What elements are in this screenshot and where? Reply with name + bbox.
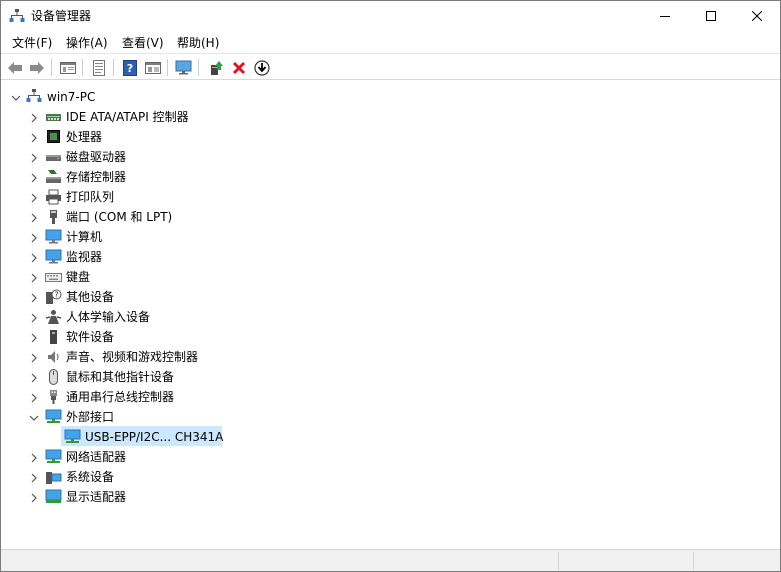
category-label[interactable]: 磁盘驱动器 (66, 149, 126, 165)
software-device-icon (45, 329, 62, 345)
chevron-right-icon[interactable] (29, 472, 39, 483)
chevron-right-icon[interactable] (29, 372, 39, 383)
title-bar[interactable]: 设备管理器 (1, 1, 780, 31)
category-label[interactable]: 软件设备 (66, 329, 114, 345)
toolbar: ? (1, 55, 780, 80)
status-pane (558, 552, 693, 570)
category-label[interactable]: 处理器 (66, 129, 102, 145)
port-icon (45, 209, 62, 225)
monitor-icon (45, 249, 62, 265)
toolbar-separator (82, 59, 83, 76)
category-label[interactable]: 外部接口 (66, 409, 114, 425)
update-driver-icon[interactable] (206, 58, 226, 77)
display-adapter-icon (45, 489, 62, 505)
toolbar-separator (51, 59, 52, 76)
properties-pane-icon[interactable] (58, 58, 78, 77)
chevron-down-icon[interactable] (11, 92, 21, 102)
device-label[interactable]: USB-EPP/I2C... CH341A (85, 429, 223, 445)
disk-drive-icon (45, 149, 62, 165)
chevron-right-icon[interactable] (29, 252, 39, 263)
device-tree[interactable]: win7-PC IDE ATA/ATAPI 控制器 处理器 磁盘驱动器 存储控制… (4, 82, 780, 549)
forward-arrow-icon[interactable] (27, 58, 47, 77)
menu-help[interactable]: 帮助(H) (175, 35, 221, 51)
unknown-device-icon: ? (45, 289, 62, 305)
status-pane (693, 552, 780, 570)
category-label[interactable]: 监视器 (66, 249, 102, 265)
help-icon[interactable]: ? (120, 58, 140, 77)
category-label[interactable]: 人体学输入设备 (66, 309, 150, 325)
svg-text:?: ? (127, 62, 133, 75)
chevron-right-icon[interactable] (29, 172, 39, 183)
document-icon[interactable] (89, 58, 109, 77)
network-adapter-icon (64, 429, 81, 445)
storage-controller-icon (45, 169, 62, 185)
toolbar-separator (167, 59, 168, 76)
svg-text:?: ? (54, 291, 58, 300)
category-label[interactable]: 系统设备 (66, 469, 114, 485)
chevron-right-icon[interactable] (29, 292, 39, 303)
category-label[interactable]: 端口 (COM 和 LPT) (66, 209, 172, 225)
category-label[interactable]: IDE ATA/ATAPI 控制器 (66, 109, 189, 125)
category-label[interactable]: 其他设备 (66, 289, 114, 305)
view-icon[interactable] (143, 58, 163, 77)
toolbar-separator (198, 59, 199, 76)
download-icon[interactable] (252, 58, 272, 77)
chevron-right-icon[interactable] (29, 332, 39, 343)
chevron-right-icon[interactable] (29, 352, 39, 363)
chevron-right-icon[interactable] (29, 132, 39, 143)
category-label[interactable]: 网络适配器 (66, 449, 126, 465)
menu-action[interactable]: 操作(A) (64, 35, 110, 51)
category-label[interactable]: 存储控制器 (66, 169, 126, 185)
chevron-down-icon[interactable] (29, 412, 39, 422)
hid-icon (45, 309, 62, 325)
category-label[interactable]: 计算机 (66, 229, 102, 245)
network-adapter-icon (45, 449, 62, 465)
monitor-scan-icon[interactable] (174, 58, 194, 77)
chevron-right-icon[interactable] (29, 212, 39, 223)
category-label[interactable]: 通用串行总线控制器 (66, 389, 174, 405)
processor-icon (45, 129, 62, 145)
chevron-right-icon[interactable] (29, 392, 39, 403)
device-manager-window: 设备管理器 文件(F) 操作(A) 查看(V) 帮助(H) ? win7-PC … (0, 0, 781, 572)
system-device-icon (45, 469, 62, 485)
menu-file[interactable]: 文件(F) (10, 35, 54, 51)
keyboard-icon (45, 269, 62, 285)
network-adapter-icon (45, 409, 62, 425)
window-title: 设备管理器 (31, 9, 92, 23)
back-arrow-icon[interactable] (5, 58, 25, 77)
chevron-right-icon[interactable] (29, 232, 39, 243)
maximize-button[interactable] (688, 1, 734, 31)
menu-bar: 文件(F) 操作(A) 查看(V) 帮助(H) (1, 32, 780, 54)
minimize-button[interactable] (642, 1, 688, 31)
chevron-right-icon[interactable] (29, 112, 39, 123)
category-label[interactable]: 显示适配器 (66, 489, 126, 505)
computer-tree-icon (26, 88, 43, 104)
device-manager-icon (9, 8, 25, 24)
tree-root-label[interactable]: win7-PC (47, 89, 95, 105)
usb-icon (45, 389, 62, 405)
category-label[interactable]: 打印队列 (66, 189, 114, 205)
mouse-icon (45, 369, 62, 385)
computer-icon (45, 229, 62, 245)
uninstall-x-icon[interactable] (229, 58, 249, 77)
chevron-right-icon[interactable] (29, 192, 39, 203)
menu-view[interactable]: 查看(V) (120, 35, 166, 51)
category-label[interactable]: 声音、视频和游戏控制器 (66, 349, 198, 365)
category-label[interactable]: 键盘 (66, 269, 90, 285)
chevron-right-icon[interactable] (29, 452, 39, 463)
printer-icon (45, 189, 62, 205)
toolbar-separator (113, 59, 114, 76)
chevron-right-icon[interactable] (29, 492, 39, 503)
speaker-icon (45, 349, 62, 365)
chevron-right-icon[interactable] (29, 312, 39, 323)
chevron-right-icon[interactable] (29, 272, 39, 283)
chevron-right-icon[interactable] (29, 152, 39, 163)
status-bar (1, 549, 780, 571)
close-button[interactable] (734, 1, 780, 31)
category-label[interactable]: 鼠标和其他指针设备 (66, 369, 174, 385)
ide-controller-icon (45, 109, 62, 125)
